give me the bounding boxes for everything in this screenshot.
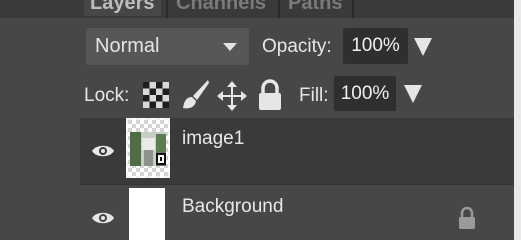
lock-position-move-icon[interactable] <box>216 80 248 112</box>
visibility-eye-icon[interactable] <box>91 210 115 226</box>
layers-panel: Layers Channels Paths Normal Opacity: 10… <box>0 0 514 240</box>
visibility-eye-icon[interactable] <box>91 143 115 159</box>
tab-paths[interactable]: Paths <box>282 0 348 16</box>
tab-channels[interactable]: Channels <box>170 0 272 16</box>
layer-thumbnail-image-icon <box>128 120 168 176</box>
lock-all-icon[interactable] <box>257 78 283 112</box>
lock-transparent-pixels-icon[interactable] <box>143 82 169 108</box>
lock-image-pixels-brush-icon[interactable] <box>180 78 210 112</box>
tab-divider <box>278 0 280 18</box>
tab-divider <box>352 0 354 18</box>
fill-label: Fill: <box>299 85 329 106</box>
layer-thumbnail-background <box>129 188 165 240</box>
tab-layers[interactable]: Layers <box>84 0 161 16</box>
opacity-label: Opacity: <box>262 36 332 57</box>
panel-tab-bar: Layers Channels Paths <box>0 0 514 18</box>
blend-mode-select[interactable]: Normal <box>86 28 249 65</box>
blend-mode-value: Normal <box>95 35 160 57</box>
layer-name-image1[interactable]: image1 <box>182 128 244 150</box>
layer-locked-icon <box>459 206 475 229</box>
layer-row-divider <box>80 184 514 185</box>
fill-input[interactable]: 100% <box>334 76 396 111</box>
opacity-dropdown-arrow-icon[interactable] <box>414 38 432 56</box>
layer-thumbnail-image1 <box>126 118 170 178</box>
chevron-down-icon <box>223 43 237 51</box>
layer-name-background[interactable]: Background <box>182 196 283 218</box>
lock-label: Lock: <box>84 85 130 106</box>
tab-divider <box>166 0 168 18</box>
opacity-input[interactable]: 100% <box>343 28 408 64</box>
fill-dropdown-arrow-icon[interactable] <box>404 85 422 103</box>
